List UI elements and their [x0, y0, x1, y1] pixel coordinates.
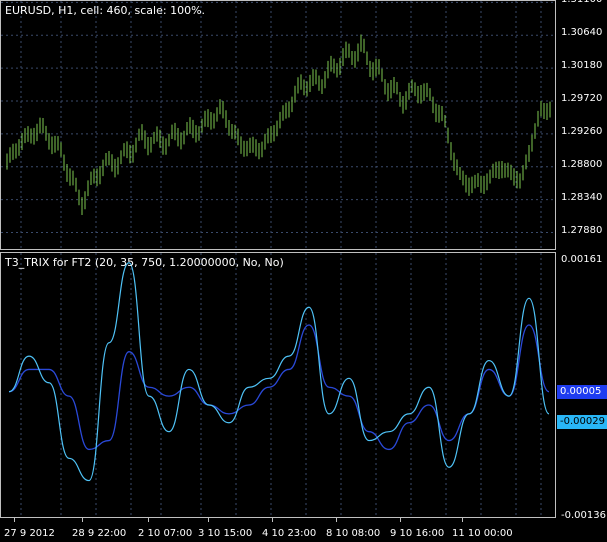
price-y-tick: 1.28800: [561, 158, 603, 170]
x-tick-label: 2 10 07:00: [138, 528, 193, 539]
trix-main-line: [8, 262, 550, 482]
x-tick-mark: [336, 518, 337, 522]
x-tick-mark: [272, 518, 273, 522]
x-tick-mark: [82, 518, 83, 522]
x-tick-mark: [14, 518, 15, 522]
price-y-tick: 1.31100: [561, 0, 602, 5]
price-y-tick: 1.30180: [561, 60, 603, 72]
price-y-tick: 1.29260: [561, 125, 603, 137]
x-tick-mark: [208, 518, 209, 522]
trix-signal-line: [8, 324, 550, 451]
x-tick-mark: [462, 518, 463, 522]
dark-line-value-badge: 0.00005: [557, 385, 607, 399]
indicator-pane[interactable]: T3_TRIX for FT2 (20, 35, 750, 1.20000000…: [0, 252, 556, 518]
x-tick-label: 27 9 2012: [4, 528, 55, 539]
x-tick-label: 3 10 15:00: [198, 528, 253, 539]
x-tick-label: 9 10 16:00: [390, 528, 445, 539]
x-tick-label: 4 10 23:00: [262, 528, 317, 539]
price-bars-plot: [1, 1, 555, 249]
price-chart-pane[interactable]: EURUSD, H1, cell: 460, scale: 100%.: [0, 0, 556, 250]
indicator-y-top: 0.00161: [561, 254, 603, 265]
price-y-axis: 1.31100 1.30640 1.30180 1.29720 1.29260 1.288…: [557, 0, 607, 250]
time-x-axis: 27 9 2012 28 9 22:00 2 10 07:00 3 10 15:00 4…: [0, 518, 607, 542]
x-tick-mark: [148, 518, 149, 522]
price-y-tick: 1.29720: [561, 93, 603, 105]
light-line-value-badge: -0.00029: [557, 415, 607, 429]
x-tick-label: 11 10 00:00: [452, 528, 513, 539]
price-chart-title: EURUSD, H1, cell: 460, scale: 100%.: [5, 4, 206, 17]
indicator-title: T3_TRIX for FT2 (20, 35, 750, 1.20000000…: [5, 256, 284, 269]
price-y-tick: 1.28340: [561, 191, 603, 203]
x-tick-label: 28 9 22:00: [72, 528, 127, 539]
x-tick-label: 8 10 08:00: [326, 528, 381, 539]
x-tick-mark: [400, 518, 401, 522]
indicator-lines-plot: [8, 253, 550, 517]
price-y-tick: 1.27880: [561, 224, 603, 236]
price-y-tick: 1.30640: [561, 27, 603, 39]
